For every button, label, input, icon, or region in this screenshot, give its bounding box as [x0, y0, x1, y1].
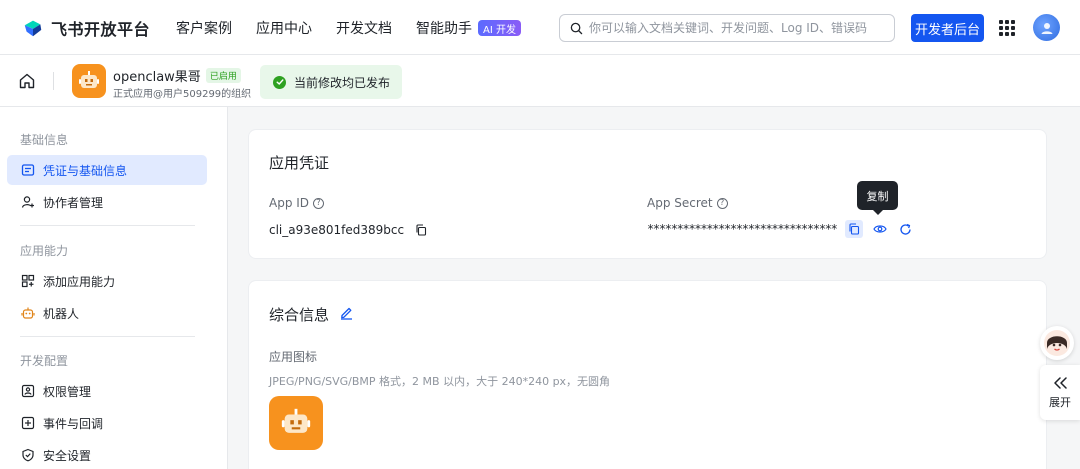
app-org: 正式应用@用户509299的组织 [113, 89, 252, 100]
ai-dev-badge: AI 开发 [478, 20, 521, 36]
add-user-icon [20, 195, 35, 210]
copy-tooltip: 复制 [857, 181, 898, 215]
sidebar-item-bot[interactable]: 机器人 [7, 298, 207, 328]
sidebar-item-label: 协作者管理 [43, 195, 104, 210]
sidebar-item-label: 机器人 [43, 306, 80, 321]
app-icon-label: 应用图标 [269, 350, 318, 364]
robot-icon [79, 71, 99, 88]
app-secret-value: ******************************** [647, 222, 838, 236]
apps-grid-icon[interactable] [999, 20, 1015, 36]
sidebar-item-credentials[interactable]: 凭证与基础信息 [7, 155, 207, 185]
sidebar-item-add-capability[interactable]: 添加应用能力 [7, 266, 207, 296]
sidebar: 基础信息 凭证与基础信息 协作者管理 应用能力 添加应用能力 机器人 开发配置 … [0, 107, 228, 469]
expand-label: 展开 [1049, 395, 1071, 409]
refresh-icon[interactable] [897, 220, 915, 238]
nav-customer-cases[interactable]: 客户案例 [176, 18, 232, 38]
app-secret-value-row: ******************************** [647, 220, 915, 238]
general-info-header: 综合信息 [269, 304, 354, 325]
grid-plus-icon [20, 274, 35, 289]
app-id-value-row: cli_a93e801fed389bcc [269, 221, 430, 239]
event-icon [20, 416, 35, 431]
app-avatar [72, 64, 106, 98]
search-icon [570, 22, 583, 34]
permission-icon [20, 384, 35, 399]
user-avatar[interactable] [1033, 14, 1060, 41]
robot-icon [281, 408, 311, 433]
bot-icon [20, 306, 35, 321]
nav-dev-docs[interactable]: 开发文档 [336, 18, 392, 38]
sidebar-item-collaborators[interactable]: 协作者管理 [7, 187, 207, 217]
nav-assistant[interactable]: 智能助手 AI 开发 [416, 18, 521, 38]
app-secret-label-text: App Secret [647, 196, 713, 210]
nav-app-center[interactable]: 应用中心 [256, 18, 312, 38]
status-badge: 已启用 [205, 68, 241, 83]
double-chevron-left-icon [1054, 376, 1067, 389]
sidebar-divider [20, 225, 195, 226]
sidebar-item-permissions[interactable]: 权限管理 [7, 376, 207, 406]
sidebar-item-label: 安全设置 [43, 448, 92, 463]
divider [53, 72, 54, 90]
sidebar-item-label: 添加应用能力 [43, 274, 116, 289]
shield-icon [20, 448, 35, 463]
brand[interactable]: 飞书开放平台 [22, 16, 150, 40]
copy-icon[interactable] [412, 221, 430, 239]
sidebar-section-dev-config: 开发配置 [20, 354, 69, 368]
nav-assistant-label: 智能助手 [416, 21, 472, 37]
app-icon-upload[interactable] [269, 396, 323, 450]
feishu-logo-icon [24, 20, 42, 37]
credentials-card [248, 129, 1047, 259]
sidebar-item-label: 事件与回调 [43, 416, 104, 431]
sidebar-section-capabilities: 应用能力 [20, 244, 69, 258]
publish-status: 当前修改均已发布 [260, 65, 402, 99]
sidebar-item-label: 凭证与基础信息 [43, 163, 128, 178]
search-input[interactable] [589, 21, 879, 35]
sidebar-divider [20, 336, 195, 337]
sidebar-item-events[interactable]: 事件与回调 [7, 408, 207, 438]
app-name[interactable]: openclaw果哥 [113, 66, 201, 85]
eye-icon[interactable] [871, 220, 889, 238]
sidebar-item-label: 权限管理 [43, 384, 92, 399]
app-icon-hint: JPEG/PNG/SVG/BMP 格式，2 MB 以内，大于 240*240 p… [269, 375, 611, 388]
sidebar-section-basic: 基础信息 [20, 133, 69, 147]
assistant-face-icon [1044, 330, 1070, 356]
developer-console-button[interactable]: 开发者后台 [911, 14, 984, 42]
app-id-label: App ID ? [269, 196, 325, 210]
app-id-label-text: App ID [269, 196, 310, 210]
assistant-avatar[interactable] [1040, 326, 1074, 360]
user-icon [1041, 22, 1052, 34]
help-icon[interactable]: ? [716, 197, 728, 209]
credentials-title: 应用凭证 [269, 154, 330, 172]
app-name-row: openclaw果哥 已启用 [113, 66, 241, 85]
copy-icon[interactable] [844, 220, 863, 238]
sidebar-item-security[interactable]: 安全设置 [7, 440, 207, 469]
brand-name: 飞书开放平台 [51, 20, 151, 39]
general-info-title: 综合信息 [269, 306, 330, 324]
app-secret-label: App Secret ? [647, 196, 728, 210]
nav-links: 客户案例 应用中心 开发文档 智能助手 AI 开发 [176, 18, 521, 38]
app-header: openclaw果哥 已启用 正式应用@用户509299的组织 当前修改均已发布 [0, 55, 1080, 107]
top-nav: 飞书开放平台 客户案例 应用中心 开发文档 智能助手 AI 开发 开发者后台 [0, 0, 1080, 55]
search-box[interactable] [559, 14, 895, 42]
publish-status-text: 当前修改均已发布 [294, 75, 391, 90]
check-circle-icon [273, 75, 286, 89]
expand-panel-button[interactable]: 展开 [1040, 365, 1080, 420]
edit-icon[interactable] [339, 305, 354, 324]
id-card-icon [20, 163, 35, 178]
help-icon[interactable]: ? [313, 197, 325, 209]
app-id-value: cli_a93e801fed389bcc [269, 223, 405, 237]
home-icon[interactable] [18, 72, 36, 90]
